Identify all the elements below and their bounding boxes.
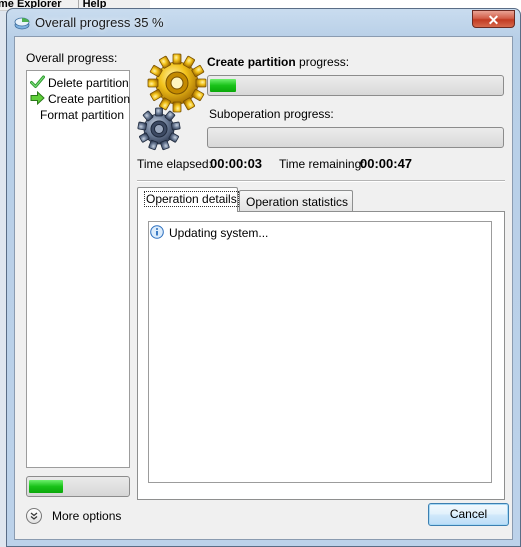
dialog-body: Overall progress: Delete partition Creat… <box>14 36 513 540</box>
more-options-label[interactable]: More options <box>52 509 121 523</box>
overall-progress-fill <box>29 480 63 493</box>
cancel-button[interactable]: Cancel <box>428 503 509 526</box>
operation-progress-fill <box>210 79 236 92</box>
suboperation-progress-bar <box>207 127 504 148</box>
details-item-text: Updating system... <box>169 226 269 240</box>
steps-list: Delete partition Create partition Format… <box>26 70 130 468</box>
arrow-right-icon <box>30 91 45 105</box>
time-elapsed-value: 00:00:03 <box>210 156 263 171</box>
operation-details-panel: Updating system... <box>137 211 505 500</box>
time-remaining-label: Time remaining: <box>279 157 365 171</box>
divider <box>137 180 505 182</box>
window-title: Overall progress 35 % <box>35 15 164 30</box>
operation-progress-suffix: progress: <box>295 55 350 69</box>
gears-icon <box>137 53 207 151</box>
operation-progress-label: Create partition progress: <box>207 55 349 69</box>
time-remaining-value: 00:00:47 <box>360 156 413 171</box>
info-icon <box>150 225 164 239</box>
title-bar[interactable]: Overall progress 35 % ✕ <box>7 9 520 35</box>
progress-dialog: Overall progress 35 % ✕ Overall progress… <box>6 8 521 547</box>
partition-disk-icon <box>14 17 30 30</box>
tab-label[interactable]: Operation statistics <box>246 195 348 209</box>
close-button[interactable]: ✕ <box>472 10 515 28</box>
operation-progress-bar <box>207 75 504 96</box>
tab-operation-details[interactable]: Operation details <box>137 187 239 212</box>
tab-operation-statistics[interactable]: Operation statistics <box>239 190 353 212</box>
operation-details-list[interactable]: Updating system... <box>148 221 492 483</box>
chevron-down-icon[interactable] <box>26 508 42 524</box>
overall-progress-bar <box>26 476 130 497</box>
step-label: Delete partition <box>48 76 129 90</box>
overall-progress-label: Overall progress: <box>26 51 118 65</box>
suboperation-progress-label: Suboperation progress: <box>209 107 334 121</box>
checkmark-icon <box>30 75 45 88</box>
tab-label[interactable]: Operation details <box>144 191 239 207</box>
time-elapsed-label: Time elapsed: <box>137 157 212 171</box>
operation-name: Create partition <box>207 55 296 69</box>
step-label: Create partition <box>48 92 131 106</box>
step-label: Format partition <box>40 108 125 122</box>
